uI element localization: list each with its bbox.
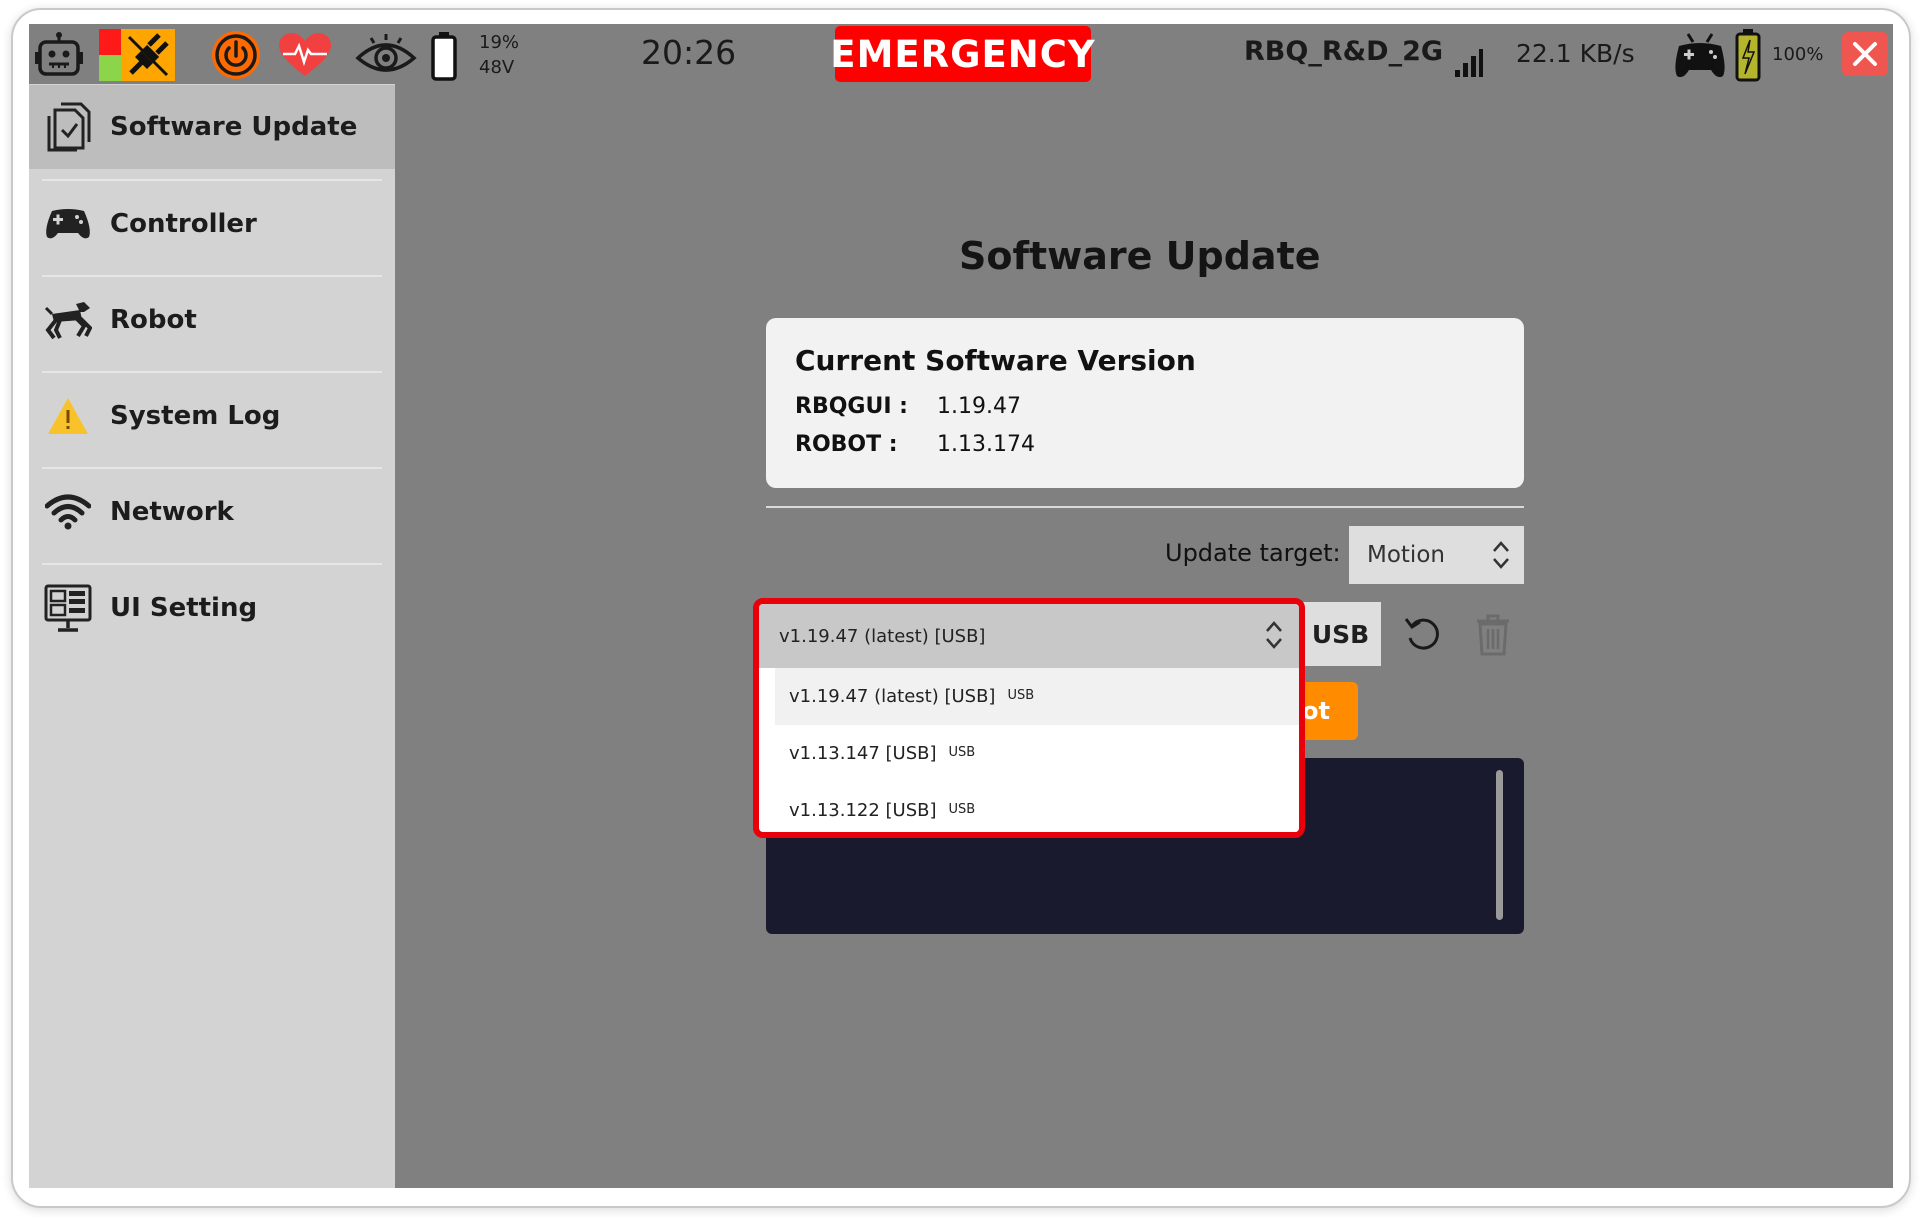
version-option[interactable]: v1.13.122 [USB] USB bbox=[775, 782, 1299, 832]
version-option[interactable]: v1.19.47 (latest) [USB] USB bbox=[775, 668, 1299, 725]
signal-strength-icon bbox=[1454, 44, 1484, 78]
clock-time: 20:26 bbox=[641, 33, 737, 72]
sidebar-item-label: Robot bbox=[110, 305, 197, 335]
controller-battery-icon bbox=[1733, 28, 1763, 82]
emergency-button[interactable]: EMERGENCY bbox=[830, 26, 1095, 82]
gamepad-icon bbox=[43, 199, 93, 249]
robot-version-label: ROBOT : bbox=[795, 432, 898, 457]
battery-voltage: 48V bbox=[479, 57, 515, 78]
version-option-tag: USB bbox=[948, 745, 976, 760]
sidebar-item-ui-setting[interactable]: UI Setting bbox=[29, 566, 395, 650]
wifi-icon bbox=[43, 487, 93, 537]
robot-face-icon[interactable] bbox=[33, 30, 85, 80]
robot-version-value: 1.13.174 bbox=[937, 432, 1035, 457]
sidebar-divider bbox=[42, 563, 382, 565]
sidebar-divider bbox=[42, 179, 382, 181]
warning-icon bbox=[43, 391, 93, 441]
sidebar: Software Update Controller Robot System … bbox=[29, 84, 395, 1188]
robot-dog-icon bbox=[43, 295, 93, 345]
sidebar-item-label: Software Update bbox=[110, 112, 358, 142]
delete-button[interactable] bbox=[1473, 612, 1513, 658]
software-update-icon bbox=[43, 102, 93, 152]
battery-percent: 19% bbox=[479, 32, 520, 53]
section-divider bbox=[766, 506, 1524, 508]
close-icon bbox=[1853, 42, 1877, 66]
app-screen: 19% 48V 20:26 EMERGENCY RBQ_R&D_2G 22.1 … bbox=[29, 24, 1893, 1188]
transfer-rate: 22.1 KB/s bbox=[1516, 39, 1635, 68]
refresh-button[interactable] bbox=[1401, 612, 1445, 656]
version-option-tag: USB bbox=[1007, 688, 1035, 703]
update-target-value: Motion bbox=[1367, 542, 1445, 568]
sidebar-item-controller[interactable]: Controller bbox=[29, 182, 395, 266]
controller-battery-percent: 100% bbox=[1772, 44, 1824, 65]
log-scrollbar[interactable] bbox=[1496, 770, 1503, 920]
version-option[interactable]: v1.13.147 [USB] USB bbox=[775, 725, 1299, 782]
heartbeat-icon bbox=[277, 32, 333, 78]
update-target-label: Update target: bbox=[1165, 539, 1341, 567]
connection-status-icon bbox=[99, 29, 175, 81]
robot-battery-icon bbox=[429, 30, 459, 82]
sidebar-divider bbox=[42, 467, 382, 469]
monitor-settings-icon bbox=[43, 583, 93, 633]
controller-status-icon bbox=[1673, 32, 1727, 80]
close-button[interactable] bbox=[1842, 32, 1888, 76]
sidebar-item-network[interactable]: Network bbox=[29, 470, 395, 554]
version-select-value: v1.19.47 (latest) [USB] bbox=[779, 625, 986, 647]
sidebar-item-label: UI Setting bbox=[110, 593, 258, 623]
current-version-card: Current Software Version RBQGUI : 1.19.4… bbox=[766, 318, 1524, 488]
version-select[interactable]: v1.19.47 (latest) [USB] bbox=[759, 604, 1299, 668]
trash-icon bbox=[1477, 614, 1509, 656]
update-target-select[interactable]: Motion bbox=[1349, 526, 1524, 584]
sidebar-divider bbox=[42, 371, 382, 373]
eye-icon[interactable] bbox=[355, 32, 417, 78]
sidebar-item-label: Controller bbox=[110, 209, 257, 239]
version-card-title: Current Software Version bbox=[795, 344, 1196, 377]
version-select-dropdown[interactable]: v1.19.47 (latest) [USB] v1.19.47 (latest… bbox=[753, 598, 1305, 838]
version-option-label: v1.13.122 [USB] bbox=[789, 800, 937, 821]
usb-button[interactable]: USB bbox=[1300, 602, 1381, 666]
sidebar-item-robot[interactable]: Robot bbox=[29, 278, 395, 362]
refresh-icon bbox=[1404, 618, 1439, 650]
status-bar: 19% 48V 20:26 EMERGENCY RBQ_R&D_2G 22.1 … bbox=[29, 24, 1893, 84]
rbqgui-version-value: 1.19.47 bbox=[937, 394, 1021, 419]
chevron-up-down-icon bbox=[1493, 541, 1509, 569]
reboot-button[interactable]: ot bbox=[1300, 682, 1358, 740]
sidebar-item-label: System Log bbox=[110, 401, 281, 431]
sidebar-item-label: Network bbox=[110, 497, 234, 527]
page-title: Software Update bbox=[959, 234, 1321, 278]
wifi-ssid: RBQ_R&D_2G bbox=[1244, 36, 1444, 67]
sidebar-item-software-update[interactable]: Software Update bbox=[29, 85, 395, 169]
rbqgui-version-label: RBQGUI : bbox=[795, 394, 908, 419]
version-option-label: v1.19.47 (latest) [USB] bbox=[789, 686, 996, 707]
power-icon[interactable] bbox=[209, 30, 263, 80]
version-option-label: v1.13.147 [USB] bbox=[789, 743, 937, 764]
sidebar-item-system-log[interactable]: System Log bbox=[29, 374, 395, 458]
version-option-tag: USB bbox=[948, 802, 976, 817]
sidebar-divider bbox=[42, 275, 382, 277]
chevron-up-down-icon bbox=[1266, 621, 1282, 649]
